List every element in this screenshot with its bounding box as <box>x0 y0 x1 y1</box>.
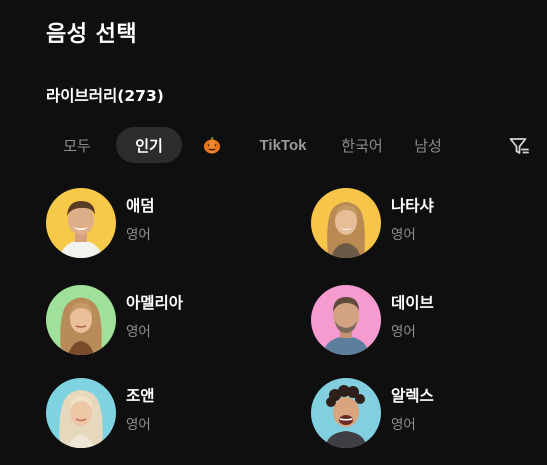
voice-language: 영어 <box>391 226 416 243</box>
avatar <box>46 188 116 258</box>
filter-icon <box>509 138 529 154</box>
tab-korean[interactable]: 한국어 <box>328 127 396 163</box>
filter-button[interactable] <box>508 135 530 157</box>
page-title: 음성 선택 <box>46 22 138 47</box>
avatar <box>311 188 381 258</box>
voice-name: 데이브 <box>391 293 434 312</box>
avatar <box>46 285 116 355</box>
voice-item-adam[interactable]: 애덤 영어 <box>46 188 155 258</box>
tab-halloween[interactable] <box>194 127 230 163</box>
voice-item-amelia[interactable]: 아멜리아 영어 <box>46 285 183 355</box>
tab-male[interactable]: 남성 <box>406 127 450 163</box>
voice-language: 영어 <box>391 323 416 340</box>
tab-tiktok[interactable]: TikTok <box>248 127 318 163</box>
avatar <box>311 378 381 448</box>
voice-language: 영어 <box>126 323 151 340</box>
voice-language: 영어 <box>126 226 151 243</box>
voice-item-alex[interactable]: 알렉스 영어 <box>311 378 434 448</box>
tab-popular[interactable]: 인기 <box>116 127 182 163</box>
voice-name: 애덤 <box>126 196 155 215</box>
voice-name: 알렉스 <box>391 386 434 405</box>
voice-name: 조앤 <box>126 386 155 405</box>
voice-item-joanne[interactable]: 조앤 영어 <box>46 378 155 448</box>
voice-language: 영어 <box>126 416 151 433</box>
tab-all[interactable]: 모두 <box>46 127 108 163</box>
avatar <box>46 378 116 448</box>
voice-item-dave[interactable]: 데이브 영어 <box>311 285 434 355</box>
category-tabs: 모두 인기 TikTok 한국어 남성 <box>46 127 450 163</box>
voice-item-natasha[interactable]: 나타샤 영어 <box>311 188 434 258</box>
pumpkin-icon <box>204 137 220 154</box>
voice-name: 아멜리아 <box>126 293 184 312</box>
voice-name: 나타샤 <box>391 196 434 215</box>
avatar <box>311 285 381 355</box>
voice-language: 영어 <box>391 416 416 433</box>
library-count-label: 라이브러리(273) <box>46 87 164 105</box>
